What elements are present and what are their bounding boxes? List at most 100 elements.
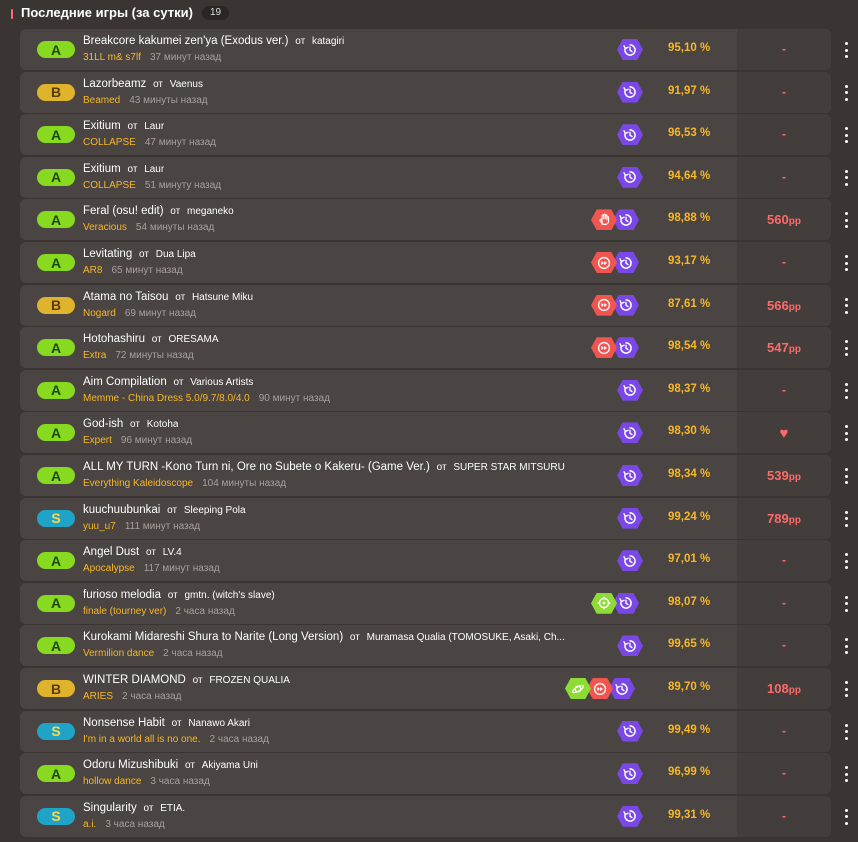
play-row[interactable]: S Singularity от ETIA. a.i. 3 часа назад 99,… bbox=[20, 795, 858, 837]
song-line[interactable]: Singularity от ETIA. bbox=[83, 802, 185, 814]
more-options-icon[interactable] bbox=[844, 42, 848, 58]
play-card[interactable]: A God-ish от Kotoha Expert 96 минут назад 98… bbox=[20, 412, 831, 454]
song-title[interactable]: Atama no Taisou bbox=[83, 291, 168, 303]
song-line[interactable]: Exitium от Laur bbox=[83, 163, 164, 175]
play-card[interactable]: A Exitium от Laur COLLAPSE 47 минут назад 96… bbox=[20, 114, 831, 156]
song-artist[interactable]: Vaenus bbox=[170, 79, 203, 90]
replay-icon[interactable] bbox=[617, 81, 643, 103]
play-card[interactable]: A Exitium от Laur COLLAPSE 51 минуту назад 9… bbox=[20, 156, 831, 198]
play-card[interactable]: B Lazorbeamz от Vaenus Beamed 43 минуты наз… bbox=[20, 71, 831, 113]
song-title[interactable]: Angel Dust bbox=[83, 546, 139, 558]
difficulty-name[interactable]: COLLAPSE bbox=[83, 137, 136, 148]
more-options-icon[interactable] bbox=[844, 255, 848, 271]
replay-icon[interactable] bbox=[617, 39, 643, 60]
song-title[interactable]: Kurokami Midareshi Shura to Narite (Long… bbox=[83, 631, 343, 643]
song-title[interactable]: Breakcore kakumei zen'ya (Exodus ver.) bbox=[83, 35, 288, 47]
play-row[interactable]: A Angel Dust от LV.4 Apocalypse 117 минут н… bbox=[20, 540, 858, 582]
difficulty-name[interactable]: yuu_u7 bbox=[83, 521, 116, 532]
play-card[interactable]: Skuuchuubunkai от Sleeping Pola yuu_u7 111… bbox=[20, 497, 831, 539]
play-card[interactable]: Afurioso melodia от gmtn. (witch's slave… bbox=[20, 582, 831, 624]
difficulty-name[interactable]: AR8 bbox=[83, 265, 102, 276]
difficulty-name[interactable]: COLLAPSE bbox=[83, 180, 136, 191]
song-title[interactable]: Aim Compilation bbox=[83, 376, 167, 388]
song-artist[interactable]: Various Artists bbox=[190, 377, 253, 388]
difficulty-name[interactable]: Extra bbox=[83, 350, 106, 361]
difficulty-name[interactable]: Apocalypse bbox=[83, 563, 135, 574]
play-card[interactable]: A Hotohashiru от ORESAMA Extra 72 минуты на… bbox=[20, 327, 831, 369]
song-line[interactable]: God-ish от Kotoha bbox=[83, 418, 178, 430]
song-title[interactable]: God-ish bbox=[83, 418, 123, 430]
song-line[interactable]: furioso melodia от gmtn. (witch's slave) bbox=[83, 589, 275, 601]
song-artist[interactable]: Laur bbox=[144, 121, 164, 132]
more-options-icon[interactable] bbox=[844, 595, 848, 612]
more-options-icon[interactable] bbox=[844, 169, 848, 186]
play-row[interactable]: S Nonsense Habit от Nanawo Akari I'm in a … bbox=[20, 710, 858, 752]
song-artist[interactable]: katagiri bbox=[312, 36, 344, 47]
song-artist[interactable]: LV.4 bbox=[163, 547, 182, 558]
more-options-icon[interactable] bbox=[844, 468, 848, 484]
difficulty-name[interactable]: Everything Kaleidoscope bbox=[83, 478, 193, 489]
play-card[interactable]: B Atama no Taisou от Hatsune Miku Nogard 69… bbox=[20, 284, 831, 326]
song-line[interactable]: kuuchuubunkai от Sleeping Pola bbox=[83, 504, 246, 516]
play-row[interactable]: A God-ish от Kotoha Expert 96 минут назад 98… bbox=[20, 412, 858, 454]
play-row[interactable]: B Lazorbeamz от Vaenus Beamed 43 минуты наз… bbox=[20, 71, 858, 113]
song-line[interactable]: Odoru Mizushibuki от Akiyama Uni bbox=[83, 759, 258, 771]
difficulty-name[interactable]: I'm in a world all is no one. bbox=[83, 734, 201, 745]
replay-icon[interactable] bbox=[617, 124, 643, 146]
more-options-icon[interactable] bbox=[844, 723, 848, 740]
song-title[interactable]: furioso melodia bbox=[83, 589, 161, 601]
play-row[interactable]: A ALL MY TURN -Kono Turn ni, Ore no Subet… bbox=[20, 455, 858, 496]
more-options-icon[interactable] bbox=[844, 425, 848, 442]
play-card[interactable]: A Levitating от Dua Lipa AR8 65 минут назад… bbox=[20, 242, 831, 283]
more-options-icon[interactable] bbox=[844, 212, 848, 229]
replay-icon[interactable] bbox=[617, 465, 643, 486]
song-title[interactable]: Levitating bbox=[83, 248, 132, 260]
song-artist[interactable]: ORESAMA bbox=[169, 334, 219, 345]
difficulty-name[interactable]: finale (tourney ver) bbox=[83, 606, 166, 617]
play-card[interactable]: A ALL MY TURN -Kono Turn ni, Ore no Subet… bbox=[20, 455, 831, 496]
song-title[interactable]: Singularity bbox=[83, 802, 137, 814]
song-title[interactable]: Exitium bbox=[83, 163, 121, 175]
more-options-icon[interactable] bbox=[844, 638, 848, 655]
song-artist[interactable]: FROZEN QUALIA bbox=[209, 675, 290, 686]
play-row[interactable]: A Odoru Mizushibuki от Akiyama Uni hollow … bbox=[20, 753, 858, 795]
song-artist[interactable]: SUPER STAR MITSURU bbox=[453, 462, 565, 473]
song-line[interactable]: Feral (osu! edit) от meganeko bbox=[83, 205, 234, 217]
more-options-icon[interactable] bbox=[844, 808, 848, 825]
song-artist[interactable]: Kotoha bbox=[147, 419, 179, 430]
song-title[interactable]: Nonsense Habit bbox=[83, 717, 165, 729]
play-row[interactable]: Afurioso melodia от gmtn. (witch's slave… bbox=[20, 582, 858, 624]
song-line[interactable]: Kurokami Midareshi Shura to Narite (Long… bbox=[83, 631, 565, 643]
play-card[interactable]: A Odoru Mizushibuki от Akiyama Uni hollow … bbox=[20, 753, 831, 795]
song-artist[interactable]: Akiyama Uni bbox=[202, 760, 258, 771]
song-line[interactable]: Aim Compilation от Various Artists bbox=[83, 376, 253, 388]
song-line[interactable]: Levitating от Dua Lipa bbox=[83, 248, 196, 260]
play-card[interactable]: B WINTER DIAMOND от FROZEN QUALIA ARIES 2 ч… bbox=[20, 668, 831, 709]
play-card[interactable]: A Angel Dust от LV.4 Apocalypse 117 минут н… bbox=[20, 540, 831, 582]
song-title[interactable]: Hotohashiru bbox=[83, 333, 145, 345]
song-artist[interactable]: Muramasa Qualia (TOMOSUKE, Asaki, Ch... bbox=[367, 632, 565, 643]
replay-icon[interactable] bbox=[617, 166, 643, 188]
play-row[interactable]: B WINTER DIAMOND от FROZEN QUALIA ARIES 2 ч… bbox=[20, 668, 858, 709]
song-line[interactable]: Breakcore kakumei zen'ya (Exodus ver.) о… bbox=[83, 35, 344, 47]
song-title[interactable]: WINTER DIAMOND bbox=[83, 674, 186, 686]
play-row[interactable]: A Exitium от Laur COLLAPSE 47 минут назад 96… bbox=[20, 114, 858, 156]
play-row[interactable]: A Breakcore kakumei zen'ya (Exodus ver.) … bbox=[20, 29, 858, 70]
song-artist[interactable]: ETIA. bbox=[160, 803, 185, 814]
difficulty-name[interactable]: 31LL m& s7lf bbox=[83, 52, 141, 63]
difficulty-name[interactable]: ARIES bbox=[83, 691, 113, 702]
song-line[interactable]: WINTER DIAMOND от FROZEN QUALIA bbox=[83, 674, 290, 686]
play-row[interactable]: A Kurokami Midareshi Shura to Narite (Lon… bbox=[20, 625, 858, 667]
play-row[interactable]: A Exitium от Laur COLLAPSE 51 минуту назад 9… bbox=[20, 156, 858, 198]
difficulty-name[interactable]: Nogard bbox=[83, 308, 116, 319]
song-line[interactable]: ALL MY TURN -Kono Turn ni, Ore no Subete… bbox=[83, 461, 565, 473]
more-options-icon[interactable] bbox=[844, 297, 848, 314]
play-row[interactable]: Skuuchuubunkai от Sleeping Pola yuu_u7 111… bbox=[20, 497, 858, 539]
difficulty-name[interactable]: hollow dance bbox=[83, 776, 141, 787]
play-card[interactable]: S Singularity от ETIA. a.i. 3 часа назад 99,… bbox=[20, 795, 831, 837]
more-options-icon[interactable] bbox=[844, 340, 848, 357]
play-row[interactable]: A Aim Compilation от Various Artists Memme… bbox=[20, 369, 858, 411]
replay-icon[interactable] bbox=[617, 379, 643, 401]
replay-icon[interactable] bbox=[617, 422, 643, 444]
song-artist[interactable]: Hatsune Miku bbox=[192, 292, 253, 303]
